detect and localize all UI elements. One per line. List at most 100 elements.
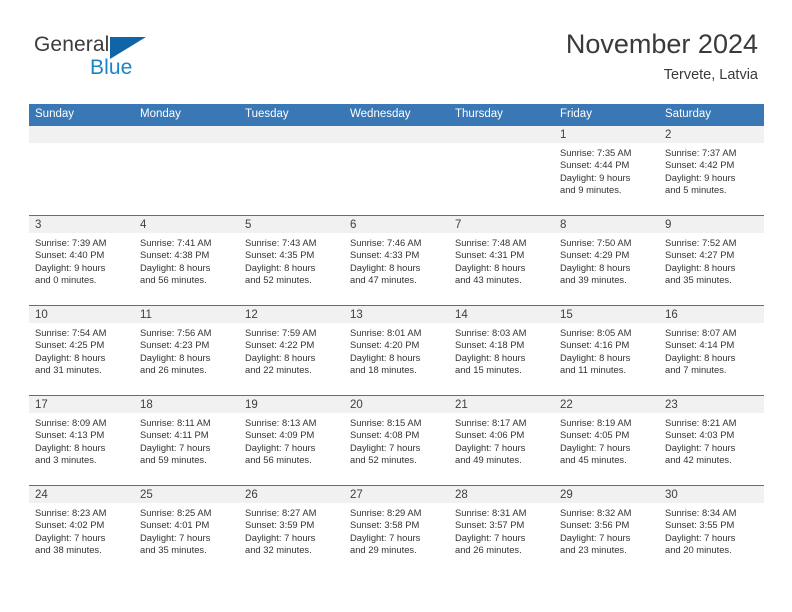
calendar-day-cell[interactable]: 19 Sunrise: 8:13 AM Sunset: 4:09 PM Dayligh… bbox=[239, 395, 344, 485]
sunset-text: Sunset: 4:11 PM bbox=[140, 429, 209, 441]
calendar-day-cell[interactable]: 29 Sunrise: 8:32 AM Sunset: 3:56 PM Dayligh… bbox=[554, 485, 659, 575]
calendar-cell-inner bbox=[134, 125, 239, 215]
daylight-text-line2: and 32 minutes. bbox=[245, 544, 312, 556]
weekday-header-monday: Monday bbox=[134, 104, 239, 125]
sunset-text: Sunset: 4:13 PM bbox=[35, 429, 105, 441]
daylight-text-line2: and 3 minutes. bbox=[35, 454, 97, 466]
calendar-day-cell[interactable]: 28 Sunrise: 8:31 AM Sunset: 3:57 PM Dayligh… bbox=[449, 485, 554, 575]
page-title: November 2024 bbox=[565, 29, 758, 59]
daylight-text-line2: and 52 minutes. bbox=[245, 274, 312, 286]
calendar-day-cell[interactable]: 14 Sunrise: 8:03 AM Sunset: 4:18 PM Dayligh… bbox=[449, 305, 554, 395]
calendar-day-cell[interactable]: 10 Sunrise: 7:54 AM Sunset: 4:25 PM Dayligh… bbox=[29, 305, 134, 395]
sunrise-text: Sunrise: 7:52 AM bbox=[665, 237, 737, 248]
daylight-text-line1: Daylight: 7 hours bbox=[245, 531, 316, 543]
weekday-header-row: Sunday Monday Tuesday Wednesday Thursday Frid… bbox=[29, 104, 764, 125]
sunrise-text: Sunrise: 8:17 AM bbox=[455, 417, 527, 428]
calendar-day-cell[interactable]: 5 Sunrise: 7:43 AM Sunset: 4:35 PM Daylight… bbox=[239, 215, 344, 305]
calendar-cell-inner bbox=[344, 125, 449, 215]
sunset-text: Sunset: 4:38 PM bbox=[140, 249, 210, 261]
calendar-day-cell[interactable]: 21 Sunrise: 8:17 AM Sunset: 4:06 PM Dayligh… bbox=[449, 395, 554, 485]
day-number: 16 bbox=[659, 306, 764, 323]
calendar-day-cell[interactable]: 11 Sunrise: 7:56 AM Sunset: 4:23 PM Dayligh… bbox=[134, 305, 239, 395]
calendar-cell-inner: 20 Sunrise: 8:15 AM Sunset: 4:08 PM Dayligh… bbox=[344, 395, 449, 485]
weekday-header-friday: Friday bbox=[554, 104, 659, 125]
daylight-text-line2: and 35 minutes. bbox=[665, 274, 732, 286]
calendar-day-cell[interactable]: 15 Sunrise: 8:05 AM Sunset: 4:16 PM Dayligh… bbox=[554, 305, 659, 395]
calendar-cell-inner bbox=[239, 125, 344, 215]
calendar-cell-inner: 26 Sunrise: 8:27 AM Sunset: 3:59 PM Dayligh… bbox=[239, 485, 344, 575]
calendar-day-cell[interactable]: 4 Sunrise: 7:41 AM Sunset: 4:38 PM Daylight… bbox=[134, 215, 239, 305]
daylight-text-line2: and 43 minutes. bbox=[455, 274, 522, 286]
calendar-day-cell[interactable]: 26 Sunrise: 8:27 AM Sunset: 3:59 PM Dayligh… bbox=[239, 485, 344, 575]
calendar-cell-inner: 30 Sunrise: 8:34 AM Sunset: 3:55 PM Dayligh… bbox=[659, 485, 764, 575]
calendar-cell-inner: 24 Sunrise: 8:23 AM Sunset: 4:02 PM Dayligh… bbox=[29, 485, 134, 575]
daylight-text-line1: Daylight: 8 hours bbox=[455, 351, 526, 363]
daylight-text-line2: and 31 minutes. bbox=[35, 364, 102, 376]
calendar-day-cell[interactable]: 27 Sunrise: 8:29 AM Sunset: 3:58 PM Dayligh… bbox=[344, 485, 449, 575]
day-details: Sunrise: 7:56 AM Sunset: 4:23 PM Daylight:… bbox=[134, 323, 239, 377]
calendar-cell-inner: 27 Sunrise: 8:29 AM Sunset: 3:58 PM Dayligh… bbox=[344, 485, 449, 575]
day-details: Sunrise: 7:59 AM Sunset: 4:22 PM Daylight:… bbox=[239, 323, 344, 377]
daylight-text-line1: Daylight: 8 hours bbox=[35, 351, 106, 363]
day-number: 13 bbox=[344, 306, 449, 323]
calendar-day-cell[interactable]: 20 Sunrise: 8:15 AM Sunset: 4:08 PM Dayligh… bbox=[344, 395, 449, 485]
daylight-text-line2: and 59 minutes. bbox=[140, 454, 207, 466]
calendar-cell-inner: 19 Sunrise: 8:13 AM Sunset: 4:09 PM Dayligh… bbox=[239, 395, 344, 485]
daylight-text-line1: Daylight: 7 hours bbox=[665, 441, 736, 453]
calendar-day-cell[interactable]: 2 Sunrise: 7:37 AM Sunset: 4:42 PM Daylight… bbox=[659, 125, 764, 215]
brand-triangle-icon bbox=[110, 37, 146, 59]
sunrise-text: Sunrise: 8:21 AM bbox=[665, 417, 737, 428]
calendar-cell-inner bbox=[29, 125, 134, 215]
brand-logo[interactable]: General Blue bbox=[34, 34, 146, 79]
calendar-day-cell[interactable]: 16 Sunrise: 8:07 AM Sunset: 4:14 PM Dayligh… bbox=[659, 305, 764, 395]
day-details: Sunrise: 7:50 AM Sunset: 4:29 PM Daylight:… bbox=[554, 233, 659, 287]
calendar-day-cell[interactable]: 3 Sunrise: 7:39 AM Sunset: 4:40 PM Daylight… bbox=[29, 215, 134, 305]
day-number: 5 bbox=[239, 216, 344, 233]
day-details: Sunrise: 8:15 AM Sunset: 4:08 PM Daylight:… bbox=[344, 413, 449, 467]
calendar-day-cell[interactable]: 24 Sunrise: 8:23 AM Sunset: 4:02 PM Dayligh… bbox=[29, 485, 134, 575]
calendar-cell-inner: 9 Sunrise: 7:52 AM Sunset: 4:27 PM Daylight… bbox=[659, 215, 764, 305]
calendar-day-cell[interactable]: 13 Sunrise: 8:01 AM Sunset: 4:20 PM Dayligh… bbox=[344, 305, 449, 395]
sunset-text: Sunset: 3:59 PM bbox=[245, 519, 315, 531]
day-details: Sunrise: 8:13 AM Sunset: 4:09 PM Daylight:… bbox=[239, 413, 344, 467]
calendar-cell-inner: 6 Sunrise: 7:46 AM Sunset: 4:33 PM Daylight… bbox=[344, 215, 449, 305]
calendar-day-cell[interactable]: 7 Sunrise: 7:48 AM Sunset: 4:31 PM Daylight… bbox=[449, 215, 554, 305]
calendar-cell-inner: 23 Sunrise: 8:21 AM Sunset: 4:03 PM Dayligh… bbox=[659, 395, 764, 485]
calendar-day-cell[interactable]: 30 Sunrise: 8:34 AM Sunset: 3:55 PM Dayligh… bbox=[659, 485, 764, 575]
day-details: Sunrise: 7:54 AM Sunset: 4:25 PM Daylight:… bbox=[29, 323, 134, 377]
sunset-text: Sunset: 4:22 PM bbox=[245, 339, 315, 351]
weekday-header-wednesday: Wednesday bbox=[344, 104, 449, 125]
sunrise-text: Sunrise: 7:59 AM bbox=[245, 327, 317, 338]
day-number bbox=[29, 126, 134, 143]
calendar-day-cell[interactable]: 12 Sunrise: 7:59 AM Sunset: 4:22 PM Dayligh… bbox=[239, 305, 344, 395]
calendar-cell-empty bbox=[449, 125, 554, 215]
calendar-day-cell[interactable]: 9 Sunrise: 7:52 AM Sunset: 4:27 PM Daylight… bbox=[659, 215, 764, 305]
daylight-text-line1: Daylight: 7 hours bbox=[140, 441, 211, 453]
calendar-day-cell[interactable]: 6 Sunrise: 7:46 AM Sunset: 4:33 PM Daylight… bbox=[344, 215, 449, 305]
calendar-day-cell[interactable]: 22 Sunrise: 8:19 AM Sunset: 4:05 PM Dayligh… bbox=[554, 395, 659, 485]
calendar-day-cell[interactable]: 1 Sunrise: 7:35 AM Sunset: 4:44 PM Daylight… bbox=[554, 125, 659, 215]
daylight-text-line2: and 11 minutes. bbox=[560, 364, 627, 376]
daylight-text-line1: Daylight: 8 hours bbox=[455, 261, 526, 273]
calendar-day-cell[interactable]: 8 Sunrise: 7:50 AM Sunset: 4:29 PM Daylight… bbox=[554, 215, 659, 305]
calendar-cell-inner: 2 Sunrise: 7:37 AM Sunset: 4:42 PM Daylight… bbox=[659, 125, 764, 215]
daylight-text-line2: and 45 minutes. bbox=[560, 454, 627, 466]
calendar-cell-inner: 25 Sunrise: 8:25 AM Sunset: 4:01 PM Dayligh… bbox=[134, 485, 239, 575]
calendar-day-cell[interactable]: 25 Sunrise: 8:25 AM Sunset: 4:01 PM Dayligh… bbox=[134, 485, 239, 575]
daylight-text-line2: and 22 minutes. bbox=[245, 364, 312, 376]
day-number: 7 bbox=[449, 216, 554, 233]
daylight-text-line2: and 7 minutes. bbox=[665, 364, 727, 376]
daylight-text-line1: Daylight: 7 hours bbox=[560, 441, 631, 453]
day-number bbox=[239, 126, 344, 143]
calendar-day-cell[interactable]: 18 Sunrise: 8:11 AM Sunset: 4:11 PM Dayligh… bbox=[134, 395, 239, 485]
sunrise-text: Sunrise: 8:25 AM bbox=[140, 507, 212, 518]
calendar-day-cell[interactable]: 17 Sunrise: 8:09 AM Sunset: 4:13 PM Dayligh… bbox=[29, 395, 134, 485]
sunset-text: Sunset: 4:35 PM bbox=[245, 249, 315, 261]
day-details: Sunrise: 8:21 AM Sunset: 4:03 PM Daylight:… bbox=[659, 413, 764, 467]
sunrise-text: Sunrise: 8:15 AM bbox=[350, 417, 422, 428]
day-details: Sunrise: 7:41 AM Sunset: 4:38 PM Daylight:… bbox=[134, 233, 239, 287]
day-details: Sunrise: 7:43 AM Sunset: 4:35 PM Daylight:… bbox=[239, 233, 344, 287]
calendar-day-cell[interactable]: 23 Sunrise: 8:21 AM Sunset: 4:03 PM Dayligh… bbox=[659, 395, 764, 485]
calendar-cell-empty bbox=[134, 125, 239, 215]
day-number: 24 bbox=[29, 486, 134, 503]
